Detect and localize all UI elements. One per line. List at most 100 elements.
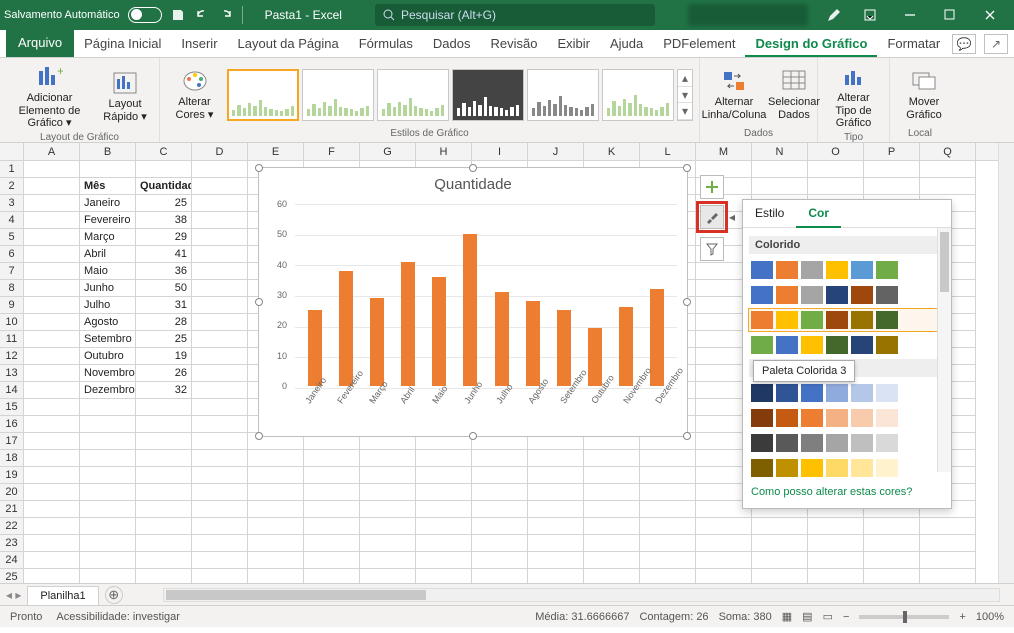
cell[interactable] xyxy=(80,161,136,178)
pen-icon[interactable] xyxy=(826,7,842,23)
column-header[interactable]: K xyxy=(584,143,640,160)
cell[interactable] xyxy=(360,467,416,484)
save-icon[interactable] xyxy=(170,7,186,23)
cell[interactable] xyxy=(472,484,528,501)
cell[interactable] xyxy=(640,467,696,484)
cell[interactable] xyxy=(24,178,80,195)
cell[interactable] xyxy=(920,569,976,583)
cell[interactable] xyxy=(752,535,808,552)
cell[interactable]: 38 xyxy=(136,212,192,229)
minimize-icon[interactable] xyxy=(890,0,930,30)
cell[interactable] xyxy=(304,518,360,535)
tab-format[interactable]: Formatar xyxy=(877,30,950,57)
cell[interactable] xyxy=(136,433,192,450)
chart-bar[interactable] xyxy=(526,301,540,386)
cell[interactable] xyxy=(864,552,920,569)
cell[interactable] xyxy=(304,552,360,569)
cell[interactable] xyxy=(808,569,864,583)
cell[interactable] xyxy=(584,552,640,569)
chart-styles-button[interactable] xyxy=(700,205,724,229)
cell[interactable] xyxy=(136,161,192,178)
zoom-out-icon[interactable]: − xyxy=(843,611,849,623)
cell[interactable] xyxy=(192,314,248,331)
column-header[interactable]: J xyxy=(528,143,584,160)
column-header[interactable]: M xyxy=(696,143,752,160)
cell[interactable]: 50 xyxy=(136,280,192,297)
cell[interactable] xyxy=(192,552,248,569)
cell[interactable] xyxy=(304,501,360,518)
cell[interactable] xyxy=(192,365,248,382)
style-gallery-more[interactable]: ▴▾▾ xyxy=(677,69,693,121)
change-chart-type-button[interactable]: Alterar Tipo de Gráfico xyxy=(824,62,883,132)
cell[interactable] xyxy=(360,518,416,535)
cell[interactable] xyxy=(192,382,248,399)
color-palette-row[interactable] xyxy=(749,457,945,478)
cell[interactable] xyxy=(80,569,136,583)
cell[interactable] xyxy=(920,161,976,178)
tab-review[interactable]: Revisão xyxy=(481,30,548,57)
cell[interactable] xyxy=(416,569,472,583)
cell[interactable] xyxy=(136,552,192,569)
cell[interactable] xyxy=(24,535,80,552)
panel-tab-style[interactable]: Estilo xyxy=(743,200,796,227)
column-header[interactable]: P xyxy=(864,143,920,160)
cell[interactable] xyxy=(416,518,472,535)
cell[interactable] xyxy=(192,416,248,433)
panel-tab-color[interactable]: Cor xyxy=(796,200,841,228)
cell[interactable] xyxy=(24,450,80,467)
cell[interactable]: Abril xyxy=(80,246,136,263)
color-palette-row[interactable] xyxy=(749,284,945,306)
sheet-tab[interactable]: Planilha1 xyxy=(27,586,98,605)
row-header[interactable]: 18 xyxy=(0,450,23,467)
chart-bar[interactable] xyxy=(432,277,446,386)
cell[interactable] xyxy=(472,569,528,583)
cell[interactable] xyxy=(192,518,248,535)
cell[interactable] xyxy=(192,195,248,212)
row-header[interactable]: 7 xyxy=(0,263,23,280)
cell[interactable] xyxy=(192,535,248,552)
cell[interactable] xyxy=(80,416,136,433)
horizontal-scrollbar[interactable] xyxy=(163,588,1000,602)
chart-bar[interactable] xyxy=(463,234,477,386)
row-header[interactable]: 1 xyxy=(0,161,23,178)
cell[interactable] xyxy=(248,467,304,484)
cell[interactable] xyxy=(136,569,192,583)
cell[interactable] xyxy=(24,280,80,297)
column-header[interactable]: I xyxy=(472,143,528,160)
chart-style-thumb[interactable] xyxy=(227,69,299,121)
cell[interactable]: Outubro xyxy=(80,348,136,365)
cell[interactable] xyxy=(920,518,976,535)
cell[interactable] xyxy=(304,450,360,467)
column-header[interactable]: C xyxy=(136,143,192,160)
cell[interactable] xyxy=(136,467,192,484)
change-colors-button[interactable]: Alterar Cores ▾ xyxy=(166,66,223,123)
row-header[interactable]: 6 xyxy=(0,246,23,263)
cell[interactable] xyxy=(640,484,696,501)
chart-style-thumb[interactable] xyxy=(527,69,599,121)
cell[interactable]: Maio xyxy=(80,263,136,280)
cell[interactable] xyxy=(416,552,472,569)
cell[interactable]: Dezembro xyxy=(80,382,136,399)
cell[interactable] xyxy=(528,535,584,552)
cell[interactable] xyxy=(136,450,192,467)
cell[interactable] xyxy=(640,569,696,583)
vertical-scrollbar[interactable] xyxy=(998,143,1014,583)
cell[interactable] xyxy=(360,552,416,569)
row-headers[interactable]: 1234567891011121314151617181920212223242… xyxy=(0,143,24,583)
cell[interactable] xyxy=(24,518,80,535)
view-page-break-icon[interactable]: ▭ xyxy=(823,610,833,623)
chart-styles-gallery[interactable]: ▴▾▾ xyxy=(227,69,693,121)
cell[interactable] xyxy=(24,501,80,518)
chart-plot-area[interactable] xyxy=(295,204,677,386)
cell[interactable] xyxy=(528,552,584,569)
cell[interactable] xyxy=(192,467,248,484)
tab-view[interactable]: Exibir xyxy=(547,30,600,57)
cell[interactable] xyxy=(24,161,80,178)
cell[interactable] xyxy=(416,535,472,552)
cell[interactable] xyxy=(304,535,360,552)
cell[interactable] xyxy=(24,467,80,484)
cell[interactable] xyxy=(192,450,248,467)
tab-data[interactable]: Dados xyxy=(423,30,481,57)
cell[interactable] xyxy=(472,518,528,535)
cell[interactable] xyxy=(864,518,920,535)
